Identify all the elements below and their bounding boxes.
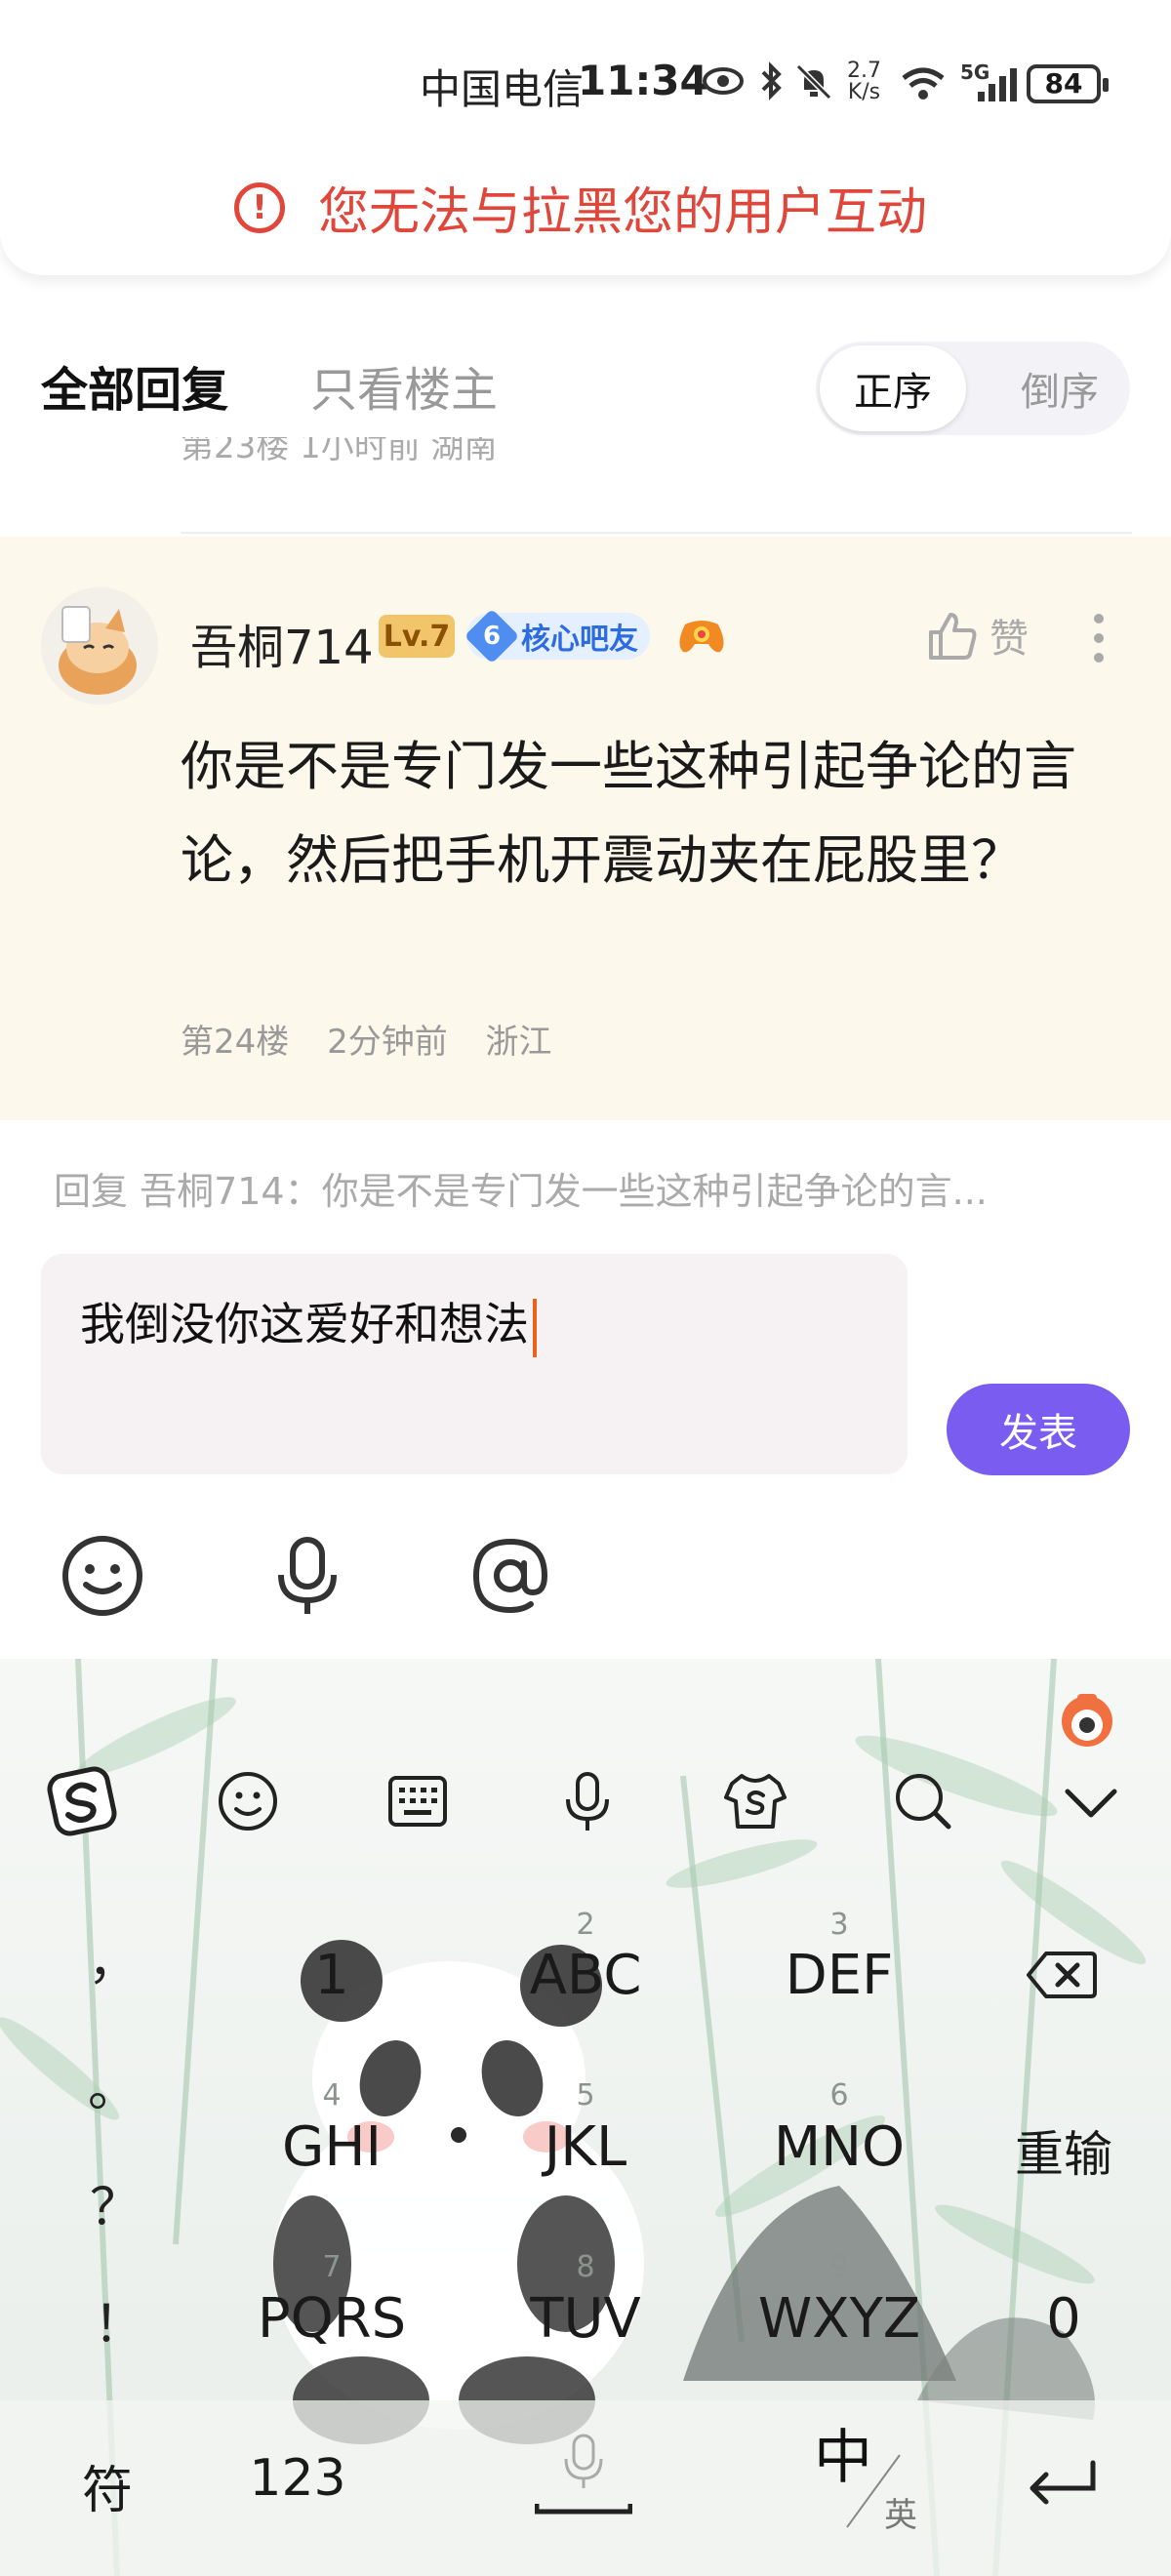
key-question[interactable]: ？ (90, 2166, 141, 2239)
key-def[interactable]: DEF (742, 1944, 937, 2007)
reply-input-text: 我倒没你这爱好和想法 (80, 1289, 537, 1357)
enter-icon[interactable] (1025, 2459, 1103, 2508)
tab-op-only[interactable]: 只看楼主 (310, 351, 498, 420)
key-exclaim[interactable]: ！ (94, 2283, 144, 2356)
sogou-logo-icon[interactable] (47, 1766, 117, 1836)
key-abc[interactable]: ABC (488, 1944, 683, 2007)
core-member-badge: 6 核心吧友 (464, 608, 650, 664)
bluetooth-icon (761, 61, 782, 101)
key-7-number: 7 (322, 2250, 342, 2284)
key-wxyz[interactable]: WXYZ (742, 2287, 937, 2351)
divider (181, 532, 1132, 534)
toast-message: 您无法与拉黑您的用户互动 (318, 183, 928, 242)
chevron-down-icon[interactable] (1056, 1766, 1126, 1836)
key-reset[interactable]: 重输 (976, 2115, 1151, 2186)
key-0[interactable]: 0 (1015, 2287, 1112, 2351)
keyboard-layout-icon[interactable] (383, 1766, 453, 1836)
key-9-number: 9 (829, 2250, 849, 2284)
key-comma[interactable]: ， (88, 1920, 139, 1993)
sort-desc-button[interactable]: 倒序 (1001, 345, 1118, 431)
text-caret (533, 1298, 537, 1357)
key-4-number: 4 (322, 2078, 342, 2113)
avatar[interactable] (41, 587, 158, 704)
thumbs-up-icon (929, 613, 977, 660)
key-ghi[interactable]: GHI (234, 2115, 429, 2179)
panda-illustration (273, 1940, 644, 2444)
status-bar: 中国电信 11:34 2.7 K/s 5G 84 (0, 0, 1171, 146)
reply-input[interactable]: 我倒没你这爱好和想法 (41, 1254, 908, 1474)
key-1[interactable]: 1 (283, 1944, 381, 2007)
mention-icon[interactable] (466, 1532, 554, 1620)
voice-input-icon[interactable] (552, 1766, 623, 1836)
reply-input-value: 我倒没你这爱好和想法 (80, 1298, 529, 1350)
reply-post: 吾桐714 Lv.7 6 核心吧友 赞 你是不是专门发一些这种引起争论的言论，然… (0, 537, 1171, 1120)
carrier-label: 中国电信 (420, 65, 585, 113)
key-8-number: 8 (576, 2250, 595, 2284)
clock: 11:34 (578, 57, 708, 104)
ime-mascot-icon[interactable] (1058, 1690, 1116, 1749)
level-badge: Lv.7 (379, 615, 455, 658)
more-options-icon[interactable] (1089, 609, 1109, 667)
post-location: 浙江 (485, 1023, 552, 1062)
emoji-icon[interactable] (59, 1532, 146, 1620)
lang-alt-label: 英 (884, 2496, 917, 2535)
like-label: 赞 (989, 617, 1029, 662)
cat-avatar-image (41, 587, 158, 704)
tab-all-replies[interactable]: 全部回复 (41, 351, 228, 420)
key-tuv[interactable]: TUV (488, 2287, 683, 2351)
username[interactable]: 吾桐714 (190, 609, 374, 677)
sort-asc-button[interactable]: 正序 (820, 345, 966, 431)
skin-shirt-icon[interactable] (720, 1766, 790, 1836)
search-icon[interactable] (888, 1766, 958, 1836)
key-mno[interactable]: MNO (742, 2115, 937, 2179)
floor-number: 第24楼 (181, 1023, 290, 1062)
key-symbols[interactable]: 符 (59, 2449, 156, 2522)
space-mic-icon (534, 2434, 633, 2515)
key-pqrs[interactable]: PQRS (234, 2287, 429, 2351)
eye-icon (703, 67, 744, 95)
post-meta: 第24楼 2分钟前 浙江 (181, 1015, 580, 1063)
badge-label: 核心吧友 (521, 623, 638, 657)
send-button[interactable]: 发表 (947, 1384, 1130, 1475)
language-switch-key[interactable]: 中 英 (810, 2410, 947, 2537)
previous-floor-meta: 第23楼 1小时前 湖南 (181, 437, 498, 466)
key-5-number: 5 (576, 2078, 595, 2113)
gamepad-icon (679, 621, 724, 653)
key-6-number: 6 (829, 2078, 849, 2113)
warning-icon: ! (234, 181, 285, 233)
toast-row: ! 您无法与拉黑您的用户互动 (234, 171, 927, 244)
mute-bell-icon (795, 63, 832, 101)
ime-keyboard: ， 。 ？ ！ 1 2 ABC 3 DEF 4 GHI 5 JKL 6 MNO … (0, 1659, 1171, 2576)
net-speed-unit: K/s (847, 80, 881, 104)
net-speed-value: 2.7 (847, 59, 881, 83)
sort-toggle: 正序 倒序 (816, 342, 1130, 435)
key-period[interactable]: 。 (88, 2047, 139, 2120)
net-speed: 2.7 K/s (847, 60, 881, 103)
space-key[interactable] (534, 2430, 633, 2537)
microphone-icon[interactable] (263, 1532, 351, 1620)
backspace-icon[interactable] (1027, 1950, 1097, 2000)
like-button[interactable]: 赞 (925, 607, 1029, 664)
key-123[interactable]: 123 (234, 2449, 361, 2508)
signal-icon (978, 68, 1017, 101)
key-jkl[interactable]: JKL (488, 2115, 683, 2179)
reply-target-hint: 回复 吾桐714：你是不是专门发一些这种引起争论的言... (54, 1170, 988, 1213)
wifi-icon (902, 67, 945, 100)
badge-number-text: 6 (482, 622, 502, 651)
key-2-number: 2 (576, 1908, 595, 1942)
post-content: 你是不是专门发一些这种引起争论的言论，然后把手机开震动夹在屁股里？ (181, 736, 1076, 891)
post-time: 2分钟前 (327, 1023, 448, 1062)
battery-indicator: 84 (1027, 64, 1109, 103)
reply-tabs: 全部回复 只看楼主 正序 倒序 (0, 322, 1171, 449)
key-3-number: 3 (829, 1908, 849, 1942)
emoji-keyboard-icon[interactable] (213, 1766, 283, 1836)
badge-number: 6 (464, 608, 520, 664)
